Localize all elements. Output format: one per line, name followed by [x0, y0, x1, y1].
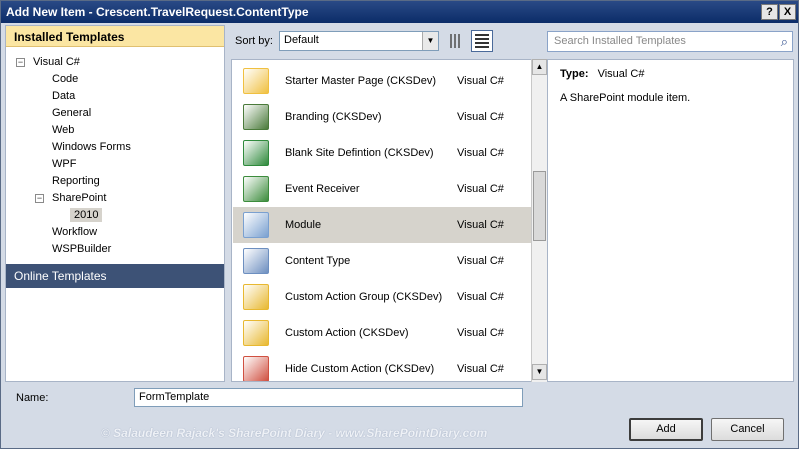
collapse-visual-csharp-icon[interactable]: − — [16, 58, 25, 67]
medium-icons-icon — [475, 34, 489, 48]
tree-item-visual-csharp[interactable]: Visual C# — [33, 56, 80, 68]
module-icon — [243, 212, 269, 238]
tree-item-data[interactable]: Data — [52, 90, 75, 102]
template-language: Visual C# — [457, 327, 504, 339]
tree-item-reporting[interactable]: Reporting — [52, 175, 100, 187]
medium-icons-view-button[interactable] — [471, 30, 493, 52]
small-icons-view-button[interactable] — [445, 30, 467, 52]
search-installed-templates-input[interactable]: Search Installed Templates ⌕ — [547, 31, 793, 52]
template-name: Blank Site Defintion (CKSDev) — [285, 147, 434, 159]
add-new-item-dialog: Add New Item - Crescent.TravelRequest.Co… — [0, 0, 799, 449]
template-name: Module — [285, 219, 322, 231]
templates-tree-panel: Installed Templates − Visual C# Code Dat… — [5, 25, 225, 382]
brush-icon — [243, 104, 269, 130]
template-list-scrollbar[interactable]: ▲ ▼ — [531, 59, 547, 382]
template-item[interactable]: Branding (CKSDev) Visual C# — [233, 99, 531, 135]
template-name: Hide Custom Action (CKSDev) — [285, 363, 435, 375]
name-input[interactable]: FormTemplate — [134, 388, 523, 407]
watermark-text: © Salaudeen Rajack's SharePoint Diary - … — [101, 426, 488, 440]
template-list: Starter Master Page (CKSDev) Visual C# Bra… — [231, 59, 547, 382]
content-type-icon — [243, 248, 269, 274]
template-name: Event Receiver — [285, 183, 360, 195]
template-item[interactable]: Blank Site Defintion (CKSDev) Visual C# — [233, 135, 531, 171]
template-item[interactable]: Module Visual C# — [233, 207, 531, 243]
tree-item-workflow[interactable]: Workflow — [52, 226, 97, 238]
scroll-down-icon[interactable]: ▼ — [532, 364, 547, 380]
tree-item-windows-forms[interactable]: Windows Forms — [52, 141, 131, 153]
installed-templates-header[interactable]: Installed Templates — [6, 26, 224, 47]
tree-item-code[interactable]: Code — [52, 73, 78, 85]
name-label: Name: — [16, 392, 49, 404]
tree-item-wspbuilder[interactable]: WSPBuilder — [52, 243, 111, 255]
template-item[interactable]: Hide Custom Action (CKSDev) Visual C# — [233, 351, 531, 381]
template-language: Visual C# — [457, 363, 504, 375]
window-title: Add New Item - Crescent.TravelRequest.Co… — [6, 5, 309, 19]
template-item[interactable]: Custom Action Group (CKSDev) Visual C# — [233, 279, 531, 315]
template-name: Content Type — [285, 255, 351, 267]
sort-by-select[interactable]: Default ▼ — [279, 31, 439, 51]
hide-custom-action-icon — [243, 356, 269, 381]
type-line: Type: Visual C# — [560, 68, 781, 80]
tree-item-web[interactable]: Web — [52, 124, 74, 136]
type-label: Type: — [560, 68, 589, 80]
template-language: Visual C# — [457, 183, 504, 195]
help-button[interactable]: ? — [761, 4, 778, 20]
template-language: Visual C# — [457, 255, 504, 267]
type-value: Visual C# — [597, 68, 645, 80]
master-page-icon — [243, 68, 269, 94]
template-name: Branding (CKSDev) — [285, 111, 382, 123]
template-details-panel: Type: Visual C# A SharePoint module item… — [547, 59, 794, 382]
event-receiver-icon — [243, 176, 269, 202]
cancel-button[interactable]: Cancel — [711, 418, 784, 441]
template-item[interactable]: Event Receiver Visual C# — [233, 171, 531, 207]
close-button[interactable]: X — [779, 4, 796, 20]
template-name: Custom Action (CKSDev) — [285, 327, 409, 339]
template-language: Visual C# — [457, 75, 504, 87]
template-description: A SharePoint module item. — [560, 92, 691, 104]
small-icons-icon — [450, 34, 462, 48]
template-language: Visual C# — [457, 111, 504, 123]
search-icon[interactable]: ⌕ — [781, 34, 788, 50]
template-language: Visual C# — [457, 291, 504, 303]
custom-action-group-icon — [243, 284, 269, 310]
template-language: Visual C# — [457, 219, 504, 231]
custom-action-icon — [243, 320, 269, 346]
dropdown-arrow-icon[interactable]: ▼ — [422, 32, 438, 50]
title-bar[interactable]: Add New Item - Crescent.TravelRequest.Co… — [1, 1, 798, 23]
scroll-thumb[interactable] — [533, 171, 546, 241]
collapse-sharepoint-icon[interactable]: − — [35, 194, 44, 203]
template-name: Custom Action Group (CKSDev) — [285, 291, 443, 303]
online-templates-header[interactable]: Online Templates — [6, 264, 224, 288]
scroll-up-icon[interactable]: ▲ — [532, 59, 547, 75]
sort-by-label: Sort by: — [235, 35, 273, 47]
tree-item-wpf[interactable]: WPF — [52, 158, 76, 170]
template-item[interactable]: Custom Action (CKSDev) Visual C# — [233, 315, 531, 351]
tree-item-sharepoint[interactable]: SharePoint — [52, 192, 106, 204]
tree-item-sharepoint-2010[interactable]: 2010 — [70, 208, 103, 222]
template-name: Starter Master Page (CKSDev) — [285, 75, 436, 87]
template-item[interactable]: Starter Master Page (CKSDev) Visual C# — [233, 63, 531, 99]
add-button[interactable]: Add — [629, 418, 703, 441]
template-language: Visual C# — [457, 147, 504, 159]
tree-item-general[interactable]: General — [52, 107, 91, 119]
search-placeholder: Search Installed Templates — [554, 35, 686, 47]
template-item[interactable]: Content Type Visual C# — [233, 243, 531, 279]
sort-by-value: Default — [284, 34, 319, 46]
site-definition-icon — [243, 140, 269, 166]
